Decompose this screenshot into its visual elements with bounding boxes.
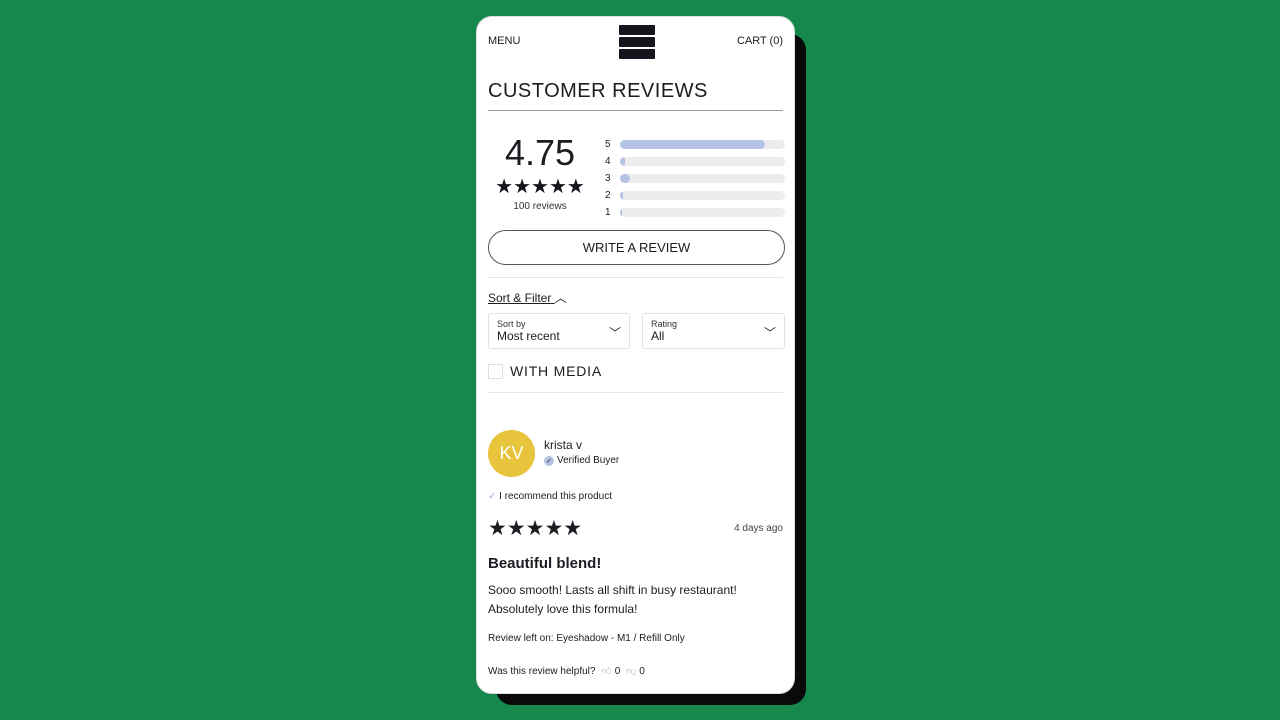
divider [488,277,783,278]
bar-track [620,208,785,217]
bar-track [620,157,785,166]
sort-filter-label: Sort & Filter [488,291,552,305]
helpful-label: Was this review helpful? [488,665,596,677]
bar-label: 3 [605,173,611,184]
with-media-label: WITH MEDIA [510,363,602,379]
sort-filter-toggle[interactable]: Sort & Filter ︿ [488,289,567,306]
review-title: Beautiful blend! [488,555,602,572]
divider [488,392,783,393]
bar-label: 2 [605,190,611,201]
review-count: 100 reviews [513,201,567,212]
bar-fill [620,174,630,183]
thumbs-up-icon: 👍︎ [601,666,612,677]
rating-label: Rating [651,319,678,329]
check-icon: ✓ [488,491,497,502]
bar-track [620,174,785,183]
recommend-text: I recommend this product [499,491,612,502]
bar-track [620,140,785,149]
menu-button[interactable]: MENU [488,35,520,47]
verified-check-icon: ✓ [544,455,554,466]
thumbs-up-button[interactable]: 👍︎ 0 [601,665,620,677]
down-count: 0 [639,666,645,677]
star-rating-icon: ★★★★★ [495,176,585,198]
reviewer-name: krista v [544,438,583,452]
thumbs-down-button[interactable]: 👎︎ 0 [626,665,645,677]
sort-value: Most recent [497,329,560,343]
bar-label: 1 [605,207,611,218]
write-review-button[interactable]: WRITE A REVIEW [488,230,785,265]
rating-value: All [651,329,665,343]
bar-fill [620,157,625,166]
cart-button[interactable]: CART (0) [737,35,783,47]
rating-summary: 4.75 ★★★★★ 100 reviews [488,132,592,212]
up-count: 0 [614,666,621,677]
rating-select[interactable]: Rating All ﹀ [642,313,785,349]
phone-frame: MENU CART (0) CUSTOMER REVIEWS 4.75 ★★★★… [476,16,795,694]
review-stars-icon: ★★★★★ [488,517,583,540]
mob-logo[interactable] [619,25,655,59]
average-rating: 4.75 [504,132,576,173]
sort-label: Sort by [497,319,526,329]
bar-fill [620,208,622,217]
review-date: 4 days ago [734,523,783,534]
rating-distribution: 5 4 3 2 1 [605,136,785,221]
chevron-up-icon: ︿ [554,291,567,305]
page-title: CUSTOMER REVIEWS [488,80,708,102]
chevron-down-icon: ﹀ [608,326,621,340]
bar-fill [620,191,624,200]
sort-select[interactable]: Sort by Most recent ﹀ [488,313,630,349]
with-media-filter[interactable]: WITH MEDIA [488,363,602,379]
thumbs-down-icon: 👎︎ [626,666,637,677]
rating-bar-1[interactable]: 1 [605,204,785,221]
review-product: Review left on: Eyeshadow - M1 / Refill … [488,633,685,644]
rating-bar-3[interactable]: 3 [605,170,785,187]
rating-bar-4[interactable]: 4 [605,153,785,170]
divider [488,110,783,111]
rating-bar-2[interactable]: 2 [605,187,785,204]
review-body: Sooo smooth! Lasts all shift in busy res… [488,583,737,616]
bar-track [620,191,785,200]
bar-fill [620,140,766,149]
avatar: KV [488,430,535,477]
rating-bar-5[interactable]: 5 [605,136,785,153]
verified-badge: Verified Buyer [557,455,620,466]
bar-label: 4 [605,156,611,167]
chevron-down-icon: ﹀ [763,326,776,340]
with-media-checkbox[interactable] [488,363,503,379]
bar-label: 5 [605,139,611,150]
